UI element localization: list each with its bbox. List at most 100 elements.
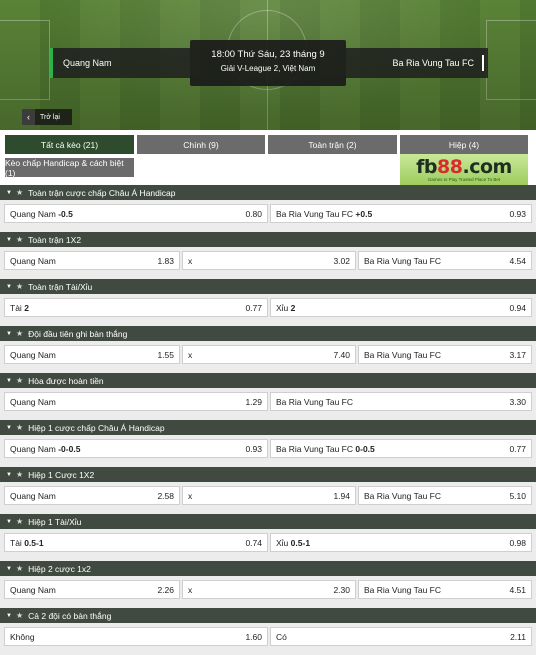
- odds-selection: Quang Nam: [10, 584, 56, 595]
- odds-selection: Ba Ria Vung Tau FC: [364, 490, 442, 501]
- chevron-down-icon[interactable]: ▼: [6, 566, 12, 572]
- odds-button[interactable]: x 3.02: [182, 251, 356, 270]
- market-odds-row: Quang Nam 1.83 x 3.02 Ba Ria Vung Tau FC 4.54: [0, 247, 536, 279]
- market-block: ▼ ★ Hiệp 2 cược 1x2 Quang Nam 2.26 x 2.30 Ba Ri…: [0, 561, 536, 608]
- odds-button[interactable]: Quang Nam 1.83: [4, 251, 180, 270]
- chevron-down-icon[interactable]: ▼: [6, 284, 12, 290]
- chevron-down-icon[interactable]: ▼: [6, 613, 12, 619]
- market-header[interactable]: ▼ ★ Đội đầu tiên ghi bàn thắng: [0, 326, 536, 341]
- market-header[interactable]: ▼ ★ Cả 2 đội có bàn thắng: [0, 608, 536, 623]
- odds-button[interactable]: Quang Nam -0-0.5 0.93: [4, 439, 268, 458]
- odds-line: 0.5-1: [290, 537, 311, 548]
- chevron-down-icon[interactable]: ▼: [6, 425, 12, 431]
- odds-button[interactable]: Ba Ria Vung Tau FC 5.10: [358, 486, 532, 505]
- star-icon[interactable]: ★: [16, 235, 23, 244]
- odds-button[interactable]: Ba Ria Vung Tau FC 4.51: [358, 580, 532, 599]
- star-icon[interactable]: ★: [16, 282, 23, 291]
- odds-button[interactable]: Quang Nam 1.29: [4, 392, 268, 411]
- tab-main[interactable]: Chính (9): [137, 135, 265, 154]
- odds-selection: Ba Ria Vung Tau FC: [364, 349, 442, 360]
- tab-label: Tất cả kèo (21): [40, 139, 99, 150]
- star-icon[interactable]: ★: [16, 376, 23, 385]
- odds-value: 0.77: [509, 443, 526, 454]
- odds-selection: Tài 2: [10, 302, 29, 313]
- market-title: Hiệp 2 cược 1x2: [28, 563, 91, 574]
- odds-button[interactable]: Ba Ria Vung Tau FC 3.17: [358, 345, 532, 364]
- market-block: ▼ ★ Toàn trận cược chấp Châu Á Handicap Qua…: [0, 185, 536, 232]
- tab-full-match[interactable]: Toàn trận (2): [268, 135, 397, 154]
- odds-button[interactable]: Quang Nam 2.26: [4, 580, 180, 599]
- chevron-down-icon[interactable]: ▼: [6, 190, 12, 196]
- market-header[interactable]: ▼ ★ Hiệp 1 cược chấp Châu Á Handicap: [0, 420, 536, 435]
- odds-line: 0.5-1: [24, 537, 44, 548]
- tab-handicap-margin[interactable]: Kèo chấp Handicap & cách biệt (1): [5, 157, 134, 178]
- star-icon[interactable]: ★: [16, 188, 23, 197]
- market-header[interactable]: ▼ ★ Toàn trận 1X2: [0, 232, 536, 247]
- chevron-down-icon[interactable]: ▼: [6, 378, 12, 384]
- chevron-down-icon[interactable]: ▼: [6, 519, 12, 525]
- odds-button[interactable]: Có 2.11: [270, 627, 532, 646]
- odds-selection: x: [188, 490, 193, 501]
- star-icon[interactable]: ★: [16, 470, 23, 479]
- odds-button[interactable]: Xỉu 2 0.94: [270, 298, 532, 317]
- chevron-down-icon[interactable]: ▼: [6, 472, 12, 478]
- odds-value: 2.11: [510, 631, 526, 642]
- odds-button[interactable]: Không 1.60: [4, 627, 268, 646]
- chevron-down-icon[interactable]: ▼: [6, 237, 12, 243]
- odds-selection: Quang Nam: [10, 490, 56, 501]
- odds-selection: Quang Nam -0-0.5: [10, 443, 81, 454]
- star-icon[interactable]: ★: [16, 329, 23, 338]
- odds-selection: Quang Nam -0.5: [10, 208, 73, 219]
- match-header-banner: Quang Nam 18:00 Thứ Sáu, 23 tháng 9 Giải…: [0, 0, 536, 130]
- odds-button[interactable]: Quang Nam 1.55: [4, 345, 180, 364]
- odds-selection: x: [188, 349, 193, 360]
- odds-button[interactable]: x 7.40: [182, 345, 356, 364]
- tab-all-markets[interactable]: Tất cả kèo (21): [5, 135, 134, 154]
- odds-button[interactable]: Tài 0.5-1 0.74: [4, 533, 268, 552]
- star-icon[interactable]: ★: [16, 517, 23, 526]
- odds-button[interactable]: Ba Ria Vung Tau FC 4.54: [358, 251, 532, 270]
- star-icon[interactable]: ★: [16, 611, 23, 620]
- market-header[interactable]: ▼ ★ Hiệp 1 Cược 1X2: [0, 467, 536, 482]
- odds-button[interactable]: Tài 2 0.77: [4, 298, 268, 317]
- tab-half[interactable]: Hiệp (4): [400, 135, 528, 154]
- market-header[interactable]: ▼ ★ Hiệp 2 cược 1x2: [0, 561, 536, 576]
- odds-selection: Tài 0.5-1: [10, 537, 44, 548]
- odds-button[interactable]: Ba Ria Vung Tau FC 3.30: [270, 392, 532, 411]
- odds-line: +0.5: [355, 208, 373, 219]
- odds-selection: Xỉu 2: [276, 302, 296, 313]
- market-odds-row: Tài 2 0.77 Xỉu 2 0.94: [0, 294, 536, 326]
- odds-button[interactable]: Ba Ria Vung Tau FC 0-0.5 0.77: [270, 439, 532, 458]
- match-kickoff: 18:00 Thứ Sáu, 23 tháng 9: [211, 49, 325, 60]
- odds-button[interactable]: Ba Ria Vung Tau FC +0.5 0.93: [270, 204, 532, 223]
- odds-selection: Xỉu 0.5-1: [276, 537, 311, 548]
- odds-button[interactable]: Xỉu 0.5-1 0.98: [270, 533, 532, 552]
- odds-value: 3.02: [333, 255, 350, 266]
- chevron-down-icon[interactable]: ▼: [6, 331, 12, 337]
- star-icon[interactable]: ★: [16, 423, 23, 432]
- odds-line: 0-0.5: [355, 443, 375, 454]
- back-button[interactable]: ‹ Trở lại: [22, 109, 72, 125]
- odds-selection: Quang Nam: [10, 349, 56, 360]
- market-header[interactable]: ▼ ★ Toàn trận cược chấp Châu Á Handicap: [0, 185, 536, 200]
- odds-selection: Ba Ria Vung Tau FC: [364, 584, 442, 595]
- odds-value: 4.54: [509, 255, 526, 266]
- odds-button[interactable]: Quang Nam 2.58: [4, 486, 180, 505]
- market-header[interactable]: ▼ ★ Hòa được hoàn tiền: [0, 373, 536, 388]
- tab-label: Kèo chấp Handicap & cách biệt (1): [5, 157, 124, 178]
- market-header[interactable]: ▼ ★ Hiệp 1 Tài/Xỉu: [0, 514, 536, 529]
- odds-value: 0.94: [509, 302, 526, 313]
- odds-value: 7.40: [333, 349, 350, 360]
- odds-button[interactable]: x 1.94: [182, 486, 356, 505]
- away-team-bar: Ba Ria Vung Tau FC: [346, 48, 488, 78]
- market-block: ▼ ★ Cả 2 đội có bàn thắng Không 1.60 Có 2.11: [0, 608, 536, 655]
- market-block: ▼ ★ Hiệp 1 cược chấp Châu Á Handicap Quang …: [0, 420, 536, 467]
- odds-button[interactable]: x 2.30: [182, 580, 356, 599]
- match-info-box: 18:00 Thứ Sáu, 23 tháng 9 Giải V-League …: [190, 40, 346, 86]
- odds-value: 4.51: [509, 584, 526, 595]
- markets-list: ▼ ★ Toàn trận cược chấp Châu Á Handicap Qua…: [0, 185, 536, 655]
- odds-button[interactable]: Quang Nam -0.5 0.80: [4, 204, 268, 223]
- market-odds-row: Quang Nam -0-0.5 0.93 Ba Ria Vung Tau FC 0…: [0, 435, 536, 467]
- star-icon[interactable]: ★: [16, 564, 23, 573]
- market-header[interactable]: ▼ ★ Toàn trận Tài/Xỉu: [0, 279, 536, 294]
